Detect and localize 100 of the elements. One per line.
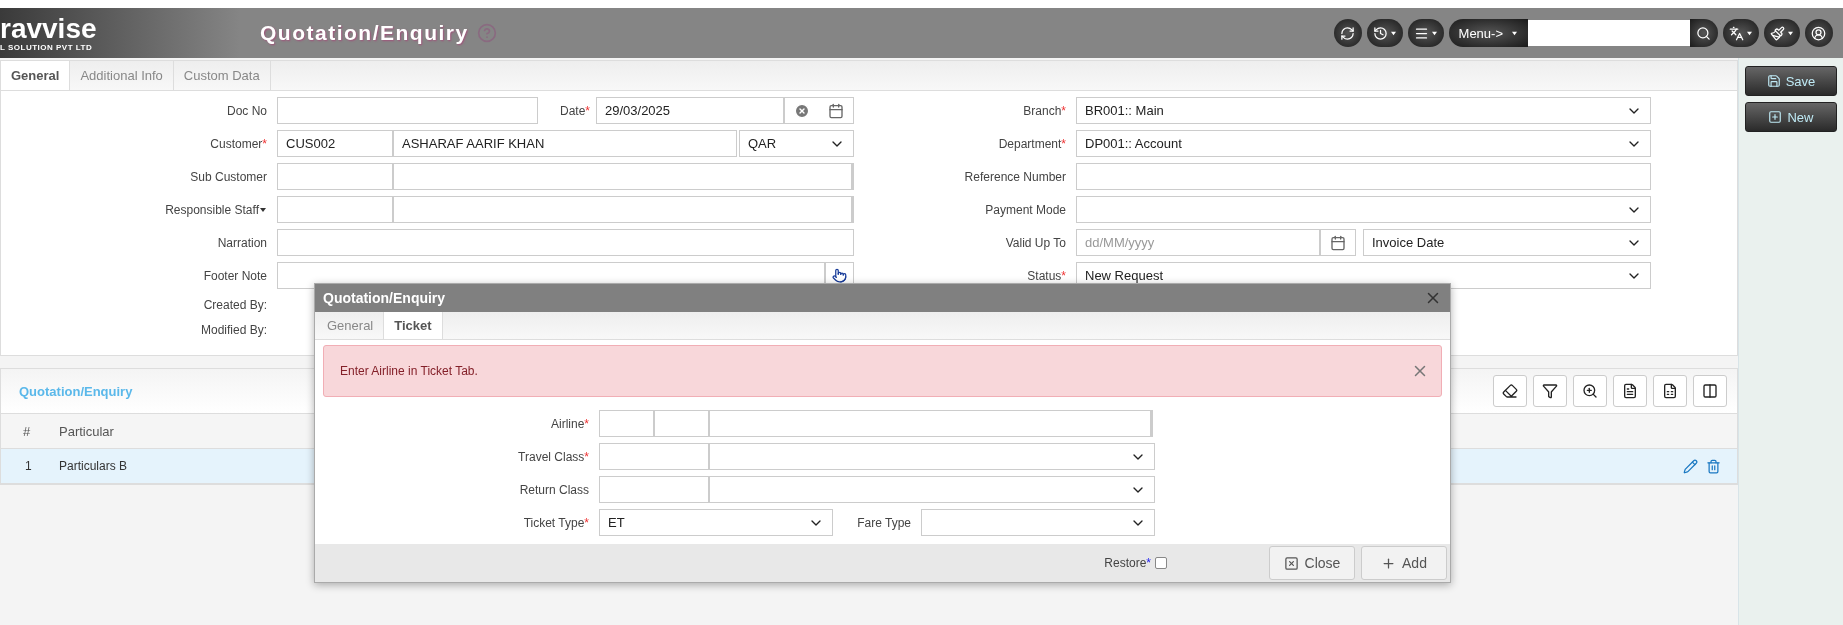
input-field[interactable] xyxy=(277,196,393,223)
field-label: Travel Class* xyxy=(517,449,590,464)
translate-icon xyxy=(1729,25,1744,41)
side-button[interactable]: Save xyxy=(1745,66,1837,96)
restore-checkbox[interactable] xyxy=(1155,557,1167,570)
tool-button[interactable] xyxy=(1573,375,1607,407)
field-label: Branch* xyxy=(1022,103,1067,118)
field-label: Sub Customer xyxy=(189,169,268,184)
button-icon xyxy=(1283,555,1299,571)
tool-button[interactable] xyxy=(1533,375,1567,407)
input-field[interactable] xyxy=(277,97,538,124)
date-button[interactable] xyxy=(784,97,854,124)
input-field[interactable] xyxy=(599,443,709,471)
table-cell-text: Particulars B xyxy=(58,459,129,473)
field-label: Customer* xyxy=(209,136,268,151)
toolbar-button[interactable] xyxy=(1805,19,1833,47)
field-label: Responsible Staff xyxy=(1,202,277,217)
select-field[interactable]: BR001:: Main xyxy=(1076,97,1651,124)
zoom-in-icon xyxy=(1582,383,1598,399)
toolbar-button[interactable] xyxy=(1764,19,1800,47)
caret-icon xyxy=(1511,30,1518,36)
select-field[interactable]: QAR xyxy=(739,130,854,157)
delete-icon xyxy=(1706,458,1721,474)
input-field[interactable]: ASHARAF AARIF KHAN xyxy=(393,130,737,157)
tool-button[interactable] xyxy=(1653,375,1687,407)
edit-icon xyxy=(1683,458,1698,474)
caret-icon xyxy=(1389,30,1397,36)
dialog-title: Quotation/Enquiry xyxy=(323,289,446,306)
calendar-button[interactable] xyxy=(1320,229,1356,256)
search-icon xyxy=(1696,25,1711,41)
input-field[interactable] xyxy=(709,410,1153,438)
date-field[interactable]: 29/03/2025 xyxy=(596,97,784,124)
tool-button[interactable] xyxy=(1693,375,1727,407)
pdf-icon xyxy=(1622,383,1638,399)
select-field[interactable] xyxy=(709,443,1155,471)
select-field[interactable] xyxy=(1076,196,1651,223)
caret-icon xyxy=(1746,30,1753,36)
columns-icon xyxy=(1702,383,1718,399)
toolbar-button[interactable] xyxy=(1366,19,1403,47)
field-label: Payment Mode xyxy=(984,202,1067,217)
calendar-icon xyxy=(828,102,844,119)
field-label: Fare Type xyxy=(856,515,912,530)
select-field[interactable] xyxy=(709,476,1155,504)
field-label: Modified By: xyxy=(199,322,268,337)
field-label: Date* xyxy=(558,103,591,118)
button-icon xyxy=(1766,74,1781,88)
search-field[interactable] xyxy=(1528,20,1690,46)
side-button[interactable]: New xyxy=(1745,102,1837,132)
filter-icon xyxy=(1542,383,1558,399)
field-label: Status* xyxy=(1026,268,1067,283)
input-field[interactable] xyxy=(277,163,393,190)
toolbar-button[interactable] xyxy=(1723,19,1759,47)
help-icon xyxy=(476,23,497,43)
caret-icon xyxy=(1787,30,1794,36)
field-label: Restore* xyxy=(1104,556,1151,571)
field-label: Valid Up To xyxy=(1004,235,1067,250)
input-field[interactable] xyxy=(599,476,709,504)
search-button[interactable] xyxy=(1690,19,1718,47)
input-field[interactable] xyxy=(654,410,709,438)
input-field[interactable] xyxy=(599,410,654,438)
toolbar-button[interactable] xyxy=(1333,19,1362,47)
input-field[interactable] xyxy=(393,196,854,223)
hand-icon xyxy=(832,268,847,283)
field-label: Created By: xyxy=(202,297,268,312)
menu-button[interactable]: Menu-> xyxy=(1448,19,1528,47)
input-field[interactable] xyxy=(393,163,854,190)
toolbar-button[interactable] xyxy=(1407,19,1444,47)
refresh-icon xyxy=(1339,25,1355,41)
tab[interactable]: General xyxy=(1,61,71,90)
field-label: Doc No xyxy=(226,103,268,118)
tool-button[interactable] xyxy=(1493,375,1527,407)
button-icon xyxy=(1381,555,1397,571)
select-field[interactable]: DP001:: Account xyxy=(1076,130,1651,157)
field-label: Return Class xyxy=(518,482,590,497)
field-label: Department* xyxy=(997,136,1067,151)
input-field[interactable]: CUS002 xyxy=(277,130,393,157)
calendar-icon xyxy=(1330,234,1346,251)
table-title: Quotation/Enquiry xyxy=(19,383,133,399)
input-field[interactable] xyxy=(1076,163,1651,190)
column-header: # xyxy=(22,423,32,439)
button-icon xyxy=(1768,110,1783,124)
tab[interactable]: Ticket xyxy=(384,311,443,340)
field-label: Ticket Type* xyxy=(522,515,590,530)
field-label: Narration xyxy=(216,235,268,250)
menu-icon xyxy=(1413,25,1429,41)
logo-name: ravvise xyxy=(0,14,98,43)
select-field[interactable] xyxy=(921,509,1155,537)
select-field[interactable]: ET xyxy=(599,509,833,537)
brush-icon xyxy=(1770,25,1785,41)
logo-tagline: L SOLUTION PVT LTD xyxy=(0,42,94,52)
field-label: Footer Note xyxy=(202,268,268,283)
column-header: Particular xyxy=(58,423,115,439)
history-icon xyxy=(1372,25,1388,41)
dialog-button[interactable]: Close xyxy=(1269,546,1355,581)
table-cell-text: 1 xyxy=(24,459,33,473)
dialog-button[interactable]: Add xyxy=(1361,546,1447,581)
tool-button[interactable] xyxy=(1613,375,1647,407)
select-field[interactable]: Invoice Date xyxy=(1363,229,1651,256)
clear-icon xyxy=(794,102,810,119)
alert-message: Enter Airline in Ticket Tab. xyxy=(340,364,478,379)
